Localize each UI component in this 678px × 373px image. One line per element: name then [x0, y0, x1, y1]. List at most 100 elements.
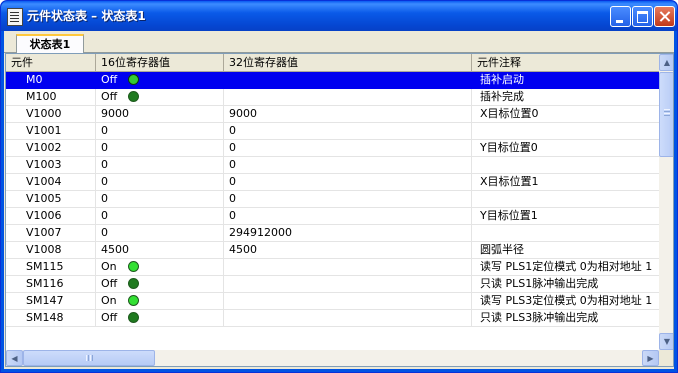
comment-cell[interactable]: Y目标位置0 [472, 140, 659, 156]
value-16bit-cell[interactable]: Off [96, 89, 224, 105]
table-row[interactable]: V1005 0 0 [6, 191, 659, 208]
table-row[interactable]: V1000 9000 9000 X目标位置0 [6, 106, 659, 123]
element-name-cell[interactable]: V1006 [6, 208, 96, 224]
table-row[interactable]: V1007 0 294912000 [6, 225, 659, 242]
column-header-element[interactable]: 元件 [6, 54, 96, 71]
value-32bit-cell[interactable]: 0 [224, 174, 472, 190]
table-row[interactable]: V1008 4500 4500 圆弧半径 [6, 242, 659, 259]
column-header-16bit-value[interactable]: 16位寄存器值 [96, 54, 224, 71]
comment-cell[interactable]: 插补完成 [472, 89, 659, 105]
value-32bit-cell[interactable] [224, 89, 472, 105]
table-row[interactable]: M0 Off 插补启动 [6, 72, 659, 89]
element-name-cell[interactable]: M100 [6, 89, 96, 105]
vertical-scroll-thumb[interactable] [659, 72, 673, 157]
minimize-button[interactable] [610, 6, 631, 27]
element-name-cell[interactable]: V1001 [6, 123, 96, 139]
value-32bit-cell[interactable] [224, 72, 472, 88]
comment-cell[interactable]: 读写 PLS3定位模式 0为相对地址 1 [472, 293, 659, 309]
element-name-cell[interactable]: V1002 [6, 140, 96, 156]
table-row[interactable]: SM116 Off 只读 PLS1脉冲输出完成 [6, 276, 659, 293]
element-name-cell[interactable]: SM148 [6, 310, 96, 326]
scroll-down-button[interactable]: ▼ [659, 333, 673, 350]
table-row[interactable]: M100 Off 插补完成 [6, 89, 659, 106]
close-button[interactable] [654, 6, 675, 27]
table-row[interactable]: V1001 0 0 [6, 123, 659, 140]
value-16bit-cell[interactable]: 0 [96, 123, 224, 139]
comment-cell-text: X目标位置1 [480, 175, 539, 188]
comment-cell-text: 插补完成 [480, 90, 524, 103]
status-led-on-icon [127, 261, 139, 272]
table-row[interactable]: SM147 On 读写 PLS3定位模式 0为相对地址 1 [6, 293, 659, 310]
table-row[interactable]: V1004 0 0 X目标位置1 [6, 174, 659, 191]
scroll-left-button[interactable]: ◀ [6, 350, 23, 366]
value-16bit-cell[interactable]: 0 [96, 157, 224, 173]
maximize-button[interactable] [632, 6, 653, 27]
value-32bit-cell[interactable] [224, 310, 472, 326]
value-16bit-cell[interactable]: Off [96, 276, 224, 292]
element-name-cell[interactable]: V1000 [6, 106, 96, 122]
comment-cell[interactable] [472, 225, 659, 241]
tab-status-table-1[interactable]: 状态表1 [16, 34, 84, 54]
value-16bit-cell[interactable]: On [96, 259, 224, 275]
element-name-cell[interactable]: V1008 [6, 242, 96, 258]
table-row[interactable]: V1003 0 0 [6, 157, 659, 174]
comment-cell[interactable]: X目标位置1 [472, 174, 659, 190]
element-name-cell[interactable]: SM147 [6, 293, 96, 309]
element-name-cell-text: V1006 [26, 209, 62, 222]
value-32bit-cell[interactable]: 0 [224, 191, 472, 207]
value-32bit-cell[interactable]: 0 [224, 208, 472, 224]
value-32bit-cell[interactable] [224, 293, 472, 309]
comment-cell-text: 圆弧半径 [480, 243, 524, 256]
comment-cell[interactable] [472, 191, 659, 207]
value-32bit-cell[interactable] [224, 259, 472, 275]
element-name-cell[interactable]: SM116 [6, 276, 96, 292]
table-row[interactable]: V1002 0 0 Y目标位置0 [6, 140, 659, 157]
value-16bit-cell[interactable]: 0 [96, 191, 224, 207]
value-16bit-cell[interactable]: 0 [96, 208, 224, 224]
title-bar[interactable]: 元件状态表 – 状态表1 [1, 1, 677, 31]
element-name-cell[interactable]: V1003 [6, 157, 96, 173]
comment-cell[interactable]: X目标位置0 [472, 106, 659, 122]
value-32bit-cell[interactable]: 294912000 [224, 225, 472, 241]
comment-cell[interactable]: 读写 PLS1定位模式 0为相对地址 1 [472, 259, 659, 275]
comment-cell[interactable]: 只读 PLS3脉冲输出完成 [472, 310, 659, 326]
comment-cell[interactable]: 插补启动 [472, 72, 659, 88]
value-16bit-cell[interactable]: Off [96, 72, 224, 88]
value-16bit-cell[interactable]: 0 [96, 225, 224, 241]
value-16bit-cell[interactable]: 0 [96, 174, 224, 190]
app-table-icon[interactable] [7, 8, 23, 26]
horizontal-scrollbar[interactable]: ◀ ▶ [6, 350, 659, 366]
comment-cell[interactable]: 只读 PLS1脉冲输出完成 [472, 276, 659, 292]
value-16bit-cell[interactable]: 9000 [96, 106, 224, 122]
value-32bit-cell[interactable]: 0 [224, 123, 472, 139]
comment-cell[interactable]: 圆弧半径 [472, 242, 659, 258]
vertical-scrollbar[interactable]: ▲ ▼ [659, 54, 673, 350]
table-row[interactable]: SM148 Off 只读 PLS3脉冲输出完成 [6, 310, 659, 327]
element-name-cell[interactable]: V1007 [6, 225, 96, 241]
comment-cell[interactable]: Y目标位置1 [472, 208, 659, 224]
value-32bit-cell[interactable] [224, 276, 472, 292]
value-32bit-cell[interactable]: 4500 [224, 242, 472, 258]
element-name-cell[interactable]: M0 [6, 72, 96, 88]
value-32bit-cell[interactable]: 0 [224, 140, 472, 156]
value-32bit-cell[interactable]: 0 [224, 157, 472, 173]
value-16bit-cell[interactable]: Off [96, 310, 224, 326]
value-16bit-cell-text: 0 [101, 192, 108, 205]
value-16bit-cell[interactable]: 4500 [96, 242, 224, 258]
scroll-right-button[interactable]: ▶ [642, 350, 659, 366]
element-name-cell[interactable]: V1005 [6, 191, 96, 207]
horizontal-scroll-thumb[interactable] [23, 350, 155, 366]
value-16bit-cell[interactable]: On [96, 293, 224, 309]
comment-cell[interactable] [472, 157, 659, 173]
column-header-comment[interactable]: 元件注释 [472, 54, 659, 71]
table-row[interactable]: SM115 On 读写 PLS1定位模式 0为相对地址 1 [6, 259, 659, 276]
value-16bit-cell[interactable]: 0 [96, 140, 224, 156]
column-header-32bit-value[interactable]: 32位寄存器值 [224, 54, 472, 71]
table-row[interactable]: V1006 0 0 Y目标位置1 [6, 208, 659, 225]
value-32bit-cell[interactable]: 9000 [224, 106, 472, 122]
element-name-cell[interactable]: V1004 [6, 174, 96, 190]
comment-cell[interactable] [472, 123, 659, 139]
scroll-up-button[interactable]: ▲ [659, 54, 673, 71]
element-name-cell-text: SM115 [26, 260, 64, 273]
element-name-cell[interactable]: SM115 [6, 259, 96, 275]
